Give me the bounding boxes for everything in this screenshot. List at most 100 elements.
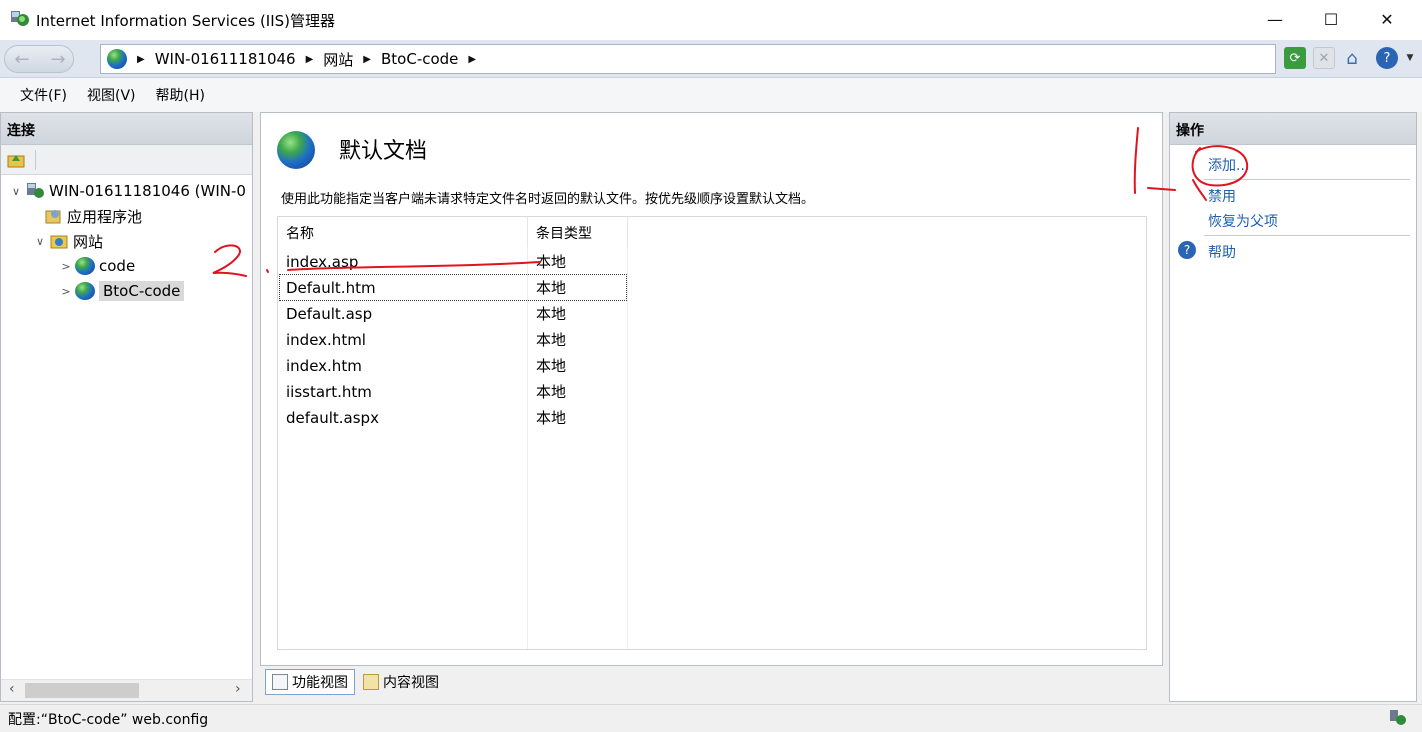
default-document-icon — [277, 131, 315, 169]
expand-icon[interactable]: > — [59, 285, 73, 298]
help-icon[interactable]: ? — [1376, 47, 1398, 69]
content-view-icon — [363, 674, 379, 690]
connect-icon[interactable] — [7, 151, 25, 169]
close-button[interactable]: ✕ — [1364, 0, 1410, 38]
menu-view[interactable]: 视图(V) — [77, 81, 146, 109]
doc-type: 本地 — [536, 409, 567, 427]
server-icon — [27, 183, 44, 198]
toolbar-divider — [35, 150, 36, 170]
column-header-type[interactable]: 条目类型 — [528, 217, 628, 247]
tree-node-site-btoc-code[interactable]: > BtoC-code — [59, 279, 185, 303]
maximize-button[interactable]: ☐ — [1308, 0, 1354, 38]
list-item[interactable]: index.asp 本地 — [280, 249, 626, 274]
page-title: 默认文档 — [339, 139, 428, 164]
tab-label: 内容视图 — [383, 675, 439, 691]
breadcrumb-separator-icon: ▶ — [305, 53, 314, 65]
breadcrumb-separator-icon[interactable]: ▶ — [468, 54, 476, 65]
actions-divider — [1204, 179, 1410, 180]
list-header: 名称 条目类型 — [278, 217, 628, 247]
default-documents-list[interactable]: 名称 条目类型 index.asp 本地 Default.htm 本地 Defa… — [277, 216, 1147, 650]
list-item[interactable]: Default.asp 本地 — [280, 301, 626, 326]
action-revert-to-parent[interactable]: 恢复为父项 — [1208, 211, 1278, 231]
address-bar[interactable]: ▶ WIN-01611181046 ▶ 网站 ▶ BtoC-code ▶ — [100, 44, 1276, 74]
doc-type: 本地 — [536, 357, 567, 375]
expand-icon[interactable]: > — [59, 260, 73, 273]
stop-icon[interactable]: ✕ — [1313, 47, 1335, 69]
column-separator — [627, 217, 628, 649]
home-icon[interactable]: ⌂ — [1341, 47, 1363, 69]
connections-header: 连接 — [1, 113, 252, 145]
status-bar: 配置:“BtoC-code” web.config — [0, 704, 1422, 732]
address-bar-container: ← → ▶ WIN-01611181046 ▶ 网站 ▶ BtoC-code ▶… — [0, 40, 1422, 78]
back-arrow-icon[interactable]: ← — [6, 45, 38, 73]
doc-type: 本地 — [536, 279, 567, 297]
doc-type: 本地 — [536, 331, 567, 349]
list-item[interactable]: index.htm 本地 — [280, 353, 626, 378]
scrollbar-thumb[interactable] — [25, 683, 139, 698]
server-status-icon — [1390, 710, 1406, 725]
collapse-icon[interactable]: ∨ — [9, 185, 23, 198]
scroll-left-icon[interactable]: ‹ — [9, 681, 15, 697]
action-disable[interactable]: 禁用 — [1208, 186, 1236, 206]
list-item[interactable]: iisstart.htm 本地 — [280, 379, 626, 404]
list-item[interactable]: Default.htm 本地 — [279, 274, 627, 301]
tree-label: 网站 — [73, 232, 104, 251]
breadcrumb-site[interactable]: BtoC-code — [381, 50, 458, 68]
globe-icon — [107, 49, 127, 69]
tree-node-app-pools[interactable]: 应用程序池 — [41, 204, 142, 228]
tree-node-site-code[interactable]: > code — [59, 254, 135, 278]
connections-pane: 连接 ∨ WIN-01611181046 (WIN-0 应用程序池 ∨ 网站 >… — [0, 112, 253, 702]
actions-pane: 操作 添加... 禁用 恢复为父项 ? 帮助 — [1169, 112, 1417, 702]
doc-name: Default.htm — [286, 278, 376, 297]
breadcrumb-separator-icon: ▶ — [363, 53, 371, 65]
view-tabs: 功能视图 内容视图 — [265, 669, 445, 697]
doc-name: Default.asp — [286, 304, 373, 323]
features-view-icon — [272, 674, 288, 690]
tab-content-view[interactable]: 内容视图 — [357, 669, 445, 695]
action-help[interactable]: 帮助 — [1208, 242, 1236, 262]
help-dropdown-icon[interactable]: ▼ — [1399, 47, 1421, 69]
list-item[interactable]: index.html 本地 — [280, 327, 626, 352]
menu-file[interactable]: 文件(F) — [10, 81, 77, 109]
doc-name: default.aspx — [286, 408, 379, 427]
feature-page: 默认文档 使用此功能指定当客户端未请求特定文件名时返回的默认文件。按优先级顺序设… — [260, 112, 1163, 666]
actions-divider — [1204, 235, 1410, 236]
doc-type: 本地 — [536, 253, 567, 271]
breadcrumb-server[interactable]: WIN-01611181046 — [155, 50, 296, 68]
doc-type: 本地 — [536, 383, 567, 401]
forward-arrow-icon[interactable]: → — [42, 45, 74, 73]
tab-label: 功能视图 — [292, 675, 348, 691]
tree-label: code — [99, 257, 136, 275]
menu-bar: 文件(F) 视图(V) 帮助(H) — [0, 78, 1422, 112]
doc-name: index.htm — [286, 356, 362, 375]
collapse-icon[interactable]: ∨ — [33, 235, 47, 248]
tree-label: WIN-01611181046 (WIN-0 — [49, 182, 246, 200]
connections-toolbar — [1, 145, 252, 175]
menu-help[interactable]: 帮助(H) — [146, 81, 215, 109]
tab-features-view[interactable]: 功能视图 — [265, 669, 355, 695]
doc-name: iisstart.htm — [286, 382, 372, 401]
minimize-button[interactable]: — — [1252, 0, 1298, 38]
breadcrumb-sites[interactable]: 网站 — [323, 49, 353, 70]
title-bar: Internet Information Services (IIS)管理器 —… — [0, 0, 1422, 40]
connections-tree: ∨ WIN-01611181046 (WIN-0 应用程序池 ∨ 网站 > co… — [1, 175, 252, 675]
status-text: 配置:“BtoC-code” web.config — [8, 712, 209, 728]
tree-node-sites[interactable]: ∨ 网站 — [33, 229, 103, 253]
breadcrumb-separator-icon: ▶ — [137, 53, 145, 65]
tree-node-server[interactable]: ∨ WIN-01611181046 (WIN-0 — [9, 179, 246, 203]
refresh-icon[interactable]: ⟳ — [1284, 47, 1306, 69]
scroll-right-icon[interactable]: › — [235, 681, 241, 697]
help-icon: ? — [1178, 241, 1196, 259]
iis-manager-icon — [11, 11, 29, 26]
website-icon — [75, 257, 95, 275]
page-description: 使用此功能指定当客户端未请求特定文件名时返回的默认文件。按优先级顺序设置默认文档… — [281, 192, 815, 207]
doc-name: index.asp — [286, 252, 359, 271]
horizontal-scrollbar[interactable]: ‹ › — [1, 679, 252, 701]
doc-type: 本地 — [536, 305, 567, 323]
app-pool-icon — [45, 210, 61, 224]
column-header-name[interactable]: 名称 — [278, 217, 528, 247]
action-add[interactable]: 添加... — [1208, 155, 1249, 175]
list-item[interactable]: default.aspx 本地 — [280, 405, 626, 430]
actions-header: 操作 — [1170, 113, 1416, 145]
website-icon — [75, 282, 95, 300]
